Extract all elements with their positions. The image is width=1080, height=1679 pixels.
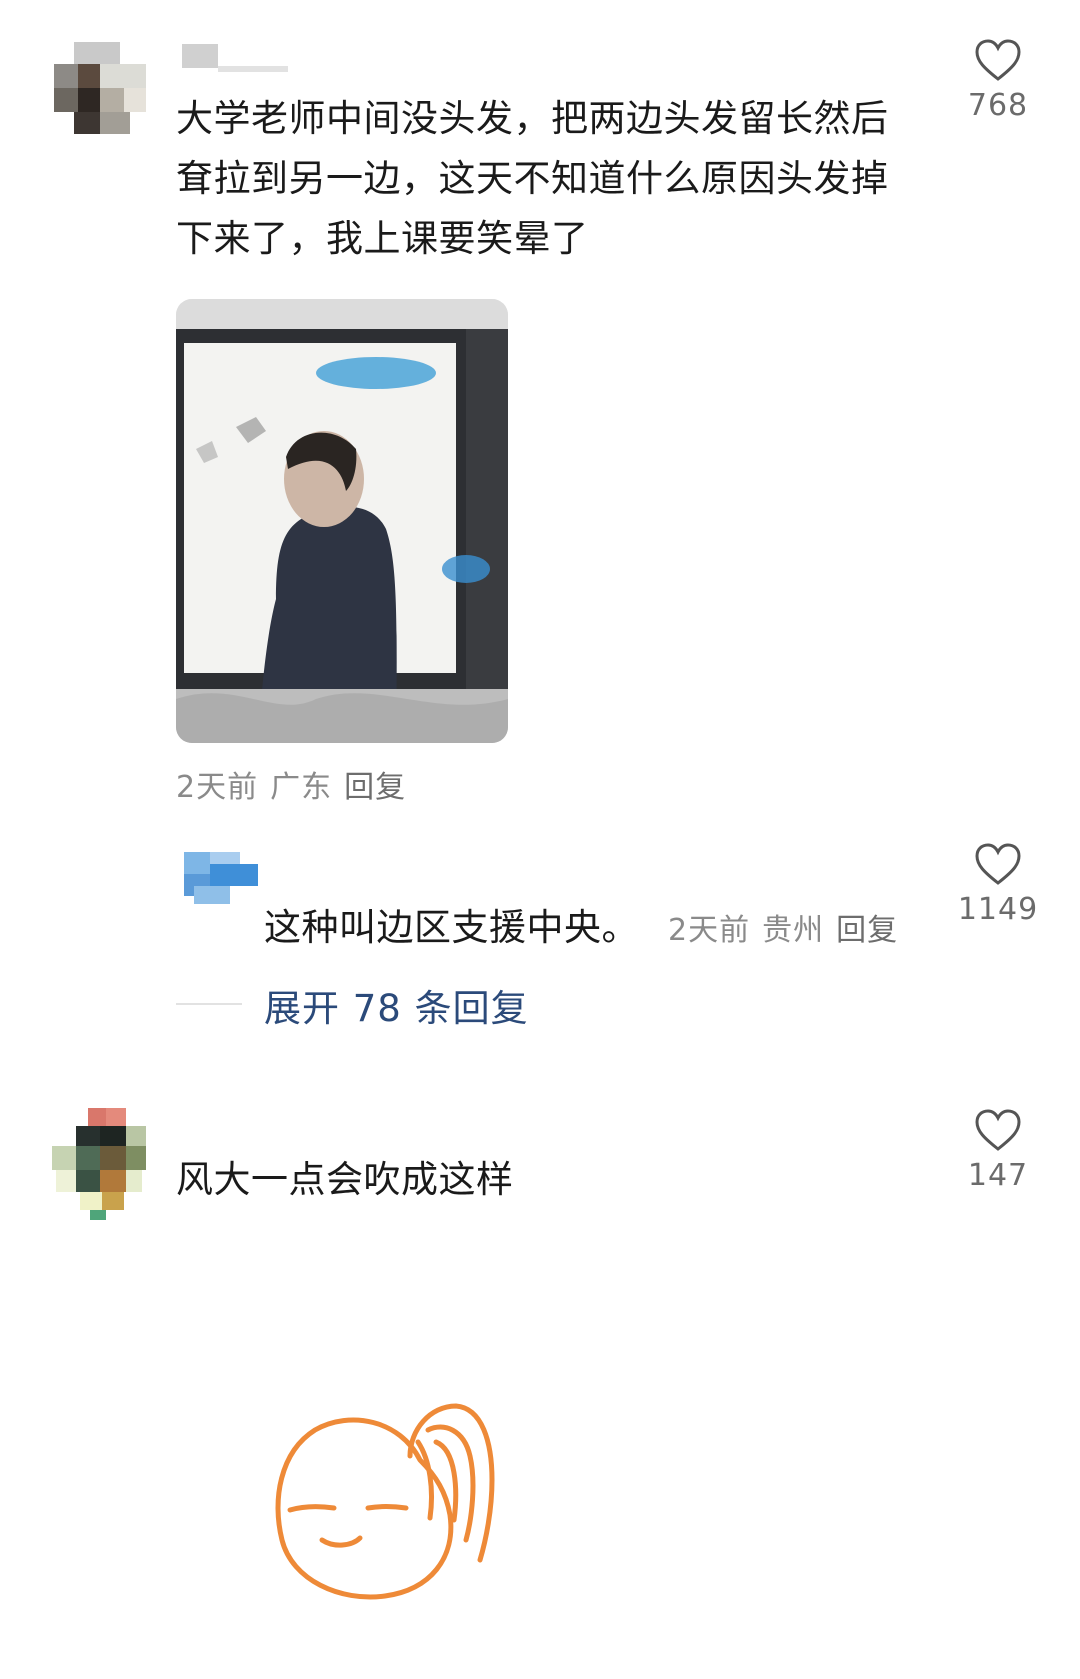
comment-photo[interactable] bbox=[176, 299, 508, 743]
like-count: 768 bbox=[967, 88, 1029, 123]
divider bbox=[176, 1003, 242, 1005]
avatar[interactable] bbox=[54, 42, 146, 134]
comment-location: 广东 bbox=[270, 770, 333, 805]
username-blurred[interactable] bbox=[182, 44, 218, 68]
heart-icon bbox=[975, 843, 1021, 885]
like-count: 147 bbox=[967, 1158, 1029, 1193]
reply-like-count: 1149 bbox=[957, 892, 1039, 927]
reply-button[interactable]: 回复 bbox=[344, 770, 406, 805]
like-button[interactable]: 147 bbox=[948, 1108, 1048, 1193]
reply-meta: 2天前 贵州 回复 bbox=[668, 905, 910, 949]
comment-text: 大学老师中间没头发，把两边头发留长然后 耷拉到另一边，这天不知道什么原因头发掉 … bbox=[176, 97, 889, 260]
reply-time: 2天前 bbox=[668, 913, 751, 948]
expand-replies-button[interactable]: 展开 78 条回复 bbox=[264, 978, 529, 1032]
doodle-face-drawing bbox=[275, 1403, 495, 1600]
heart-icon bbox=[975, 1109, 1021, 1151]
avatar[interactable] bbox=[46, 1108, 146, 1220]
reply-text: 这种叫边区支援中央。 bbox=[264, 906, 639, 949]
reply-avatar[interactable] bbox=[184, 852, 258, 904]
reply-location: 贵州 bbox=[762, 913, 825, 948]
username-blurred-tail bbox=[218, 66, 288, 72]
heart-icon bbox=[975, 39, 1021, 81]
comment-time: 2天前 bbox=[176, 770, 259, 805]
reply-like-button[interactable]: 1149 bbox=[948, 842, 1048, 927]
reply-reply-button[interactable]: 回复 bbox=[836, 913, 898, 948]
comment-meta: 2天前 广东 回复 bbox=[176, 762, 418, 806]
like-button[interactable]: 768 bbox=[948, 38, 1048, 123]
comment-text: 风大一点会吹成这样 bbox=[176, 1158, 514, 1201]
